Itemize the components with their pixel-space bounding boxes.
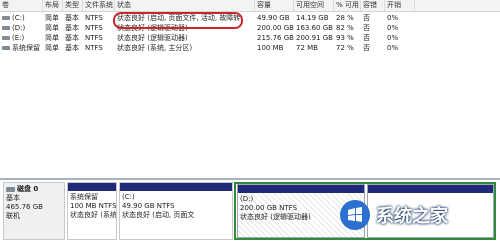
capacity-cell: 215.76 GB — [257, 34, 294, 42]
overhead-cell: 0% — [387, 14, 399, 22]
partition-block[interactable]: (C:) 49.90 GB NTFS 状态良好 (启动, 页面文 — [119, 182, 233, 240]
free-space-cell: 200.91 GB — [296, 34, 333, 42]
status-cell: 状态良好 (逻辑驱动器) — [117, 34, 188, 42]
fault-tolerance-cell: 否 — [363, 44, 370, 52]
percent-free-cell: 82 % — [336, 24, 354, 32]
volume-name-cell: 系统保留 — [0, 43, 43, 53]
overhead-cell: 0% — [387, 34, 399, 42]
layout-cell: 简单 — [45, 24, 59, 32]
filesystem-cell: NTFS — [85, 34, 103, 42]
partition-size: 49.90 GB NTFS — [122, 202, 175, 210]
column-header-status[interactable]: 状态 — [115, 0, 255, 11]
partition-size: 100 MB NTFS — [70, 202, 116, 210]
filesystem-cell: NTFS — [85, 24, 103, 32]
drive-icon — [2, 46, 10, 50]
disk-state: 联机 — [6, 212, 20, 220]
overhead-cell: 0% — [387, 24, 399, 32]
volume-name-cell: (C:) — [0, 13, 43, 23]
watermark: 系统之家 — [340, 196, 495, 236]
disk-size: 465.76 GB — [6, 203, 43, 211]
layout-cell: 简单 — [45, 34, 59, 42]
column-header-layout[interactable]: 布局 — [43, 0, 63, 11]
free-space-cell: 163.60 GB — [296, 24, 333, 32]
table-row[interactable]: 系统保留 简单 基本 NTFS 状态良好 (系统, 主分区) 100 MB 72… — [0, 43, 500, 53]
partition-status: 状态良好 (启动, 页面文 — [122, 211, 195, 219]
column-header-type[interactable]: 类型 — [63, 0, 83, 11]
column-header-volume[interactable]: 卷 — [0, 0, 43, 11]
column-header-free-space[interactable]: 可用空间 — [294, 0, 334, 11]
layout-cell: 简单 — [45, 14, 59, 22]
percent-free-cell: 93 % — [336, 34, 354, 42]
volume-name-cell: (E:) — [0, 33, 43, 43]
fault-tolerance-cell: 否 — [363, 24, 370, 32]
free-space-cell: 72 MB — [296, 44, 318, 52]
filesystem-cell: NTFS — [85, 44, 103, 52]
disk-icon — [6, 186, 15, 192]
watermark-text: 系统之家 — [376, 206, 448, 227]
disk-type: 基本 — [6, 194, 20, 202]
table-row[interactable]: (C:) 简单 基本 NTFS 状态良好 (启动, 页面文件, 活动, 故障转储… — [0, 13, 500, 23]
capacity-cell: 100 MB — [257, 44, 284, 52]
layout-cell: 简单 — [45, 44, 59, 52]
fault-tolerance-cell: 否 — [363, 14, 370, 22]
type-cell: 基本 — [65, 14, 79, 22]
column-header-overhead[interactable]: 开销 — [385, 0, 415, 11]
highlight-annotation — [113, 12, 243, 29]
percent-free-cell: 72 % — [336, 44, 354, 52]
percent-free-cell: 28 % — [336, 14, 354, 22]
partition-bar — [368, 185, 493, 193]
partition-name: (C:) — [122, 193, 135, 201]
partition-bar — [120, 183, 232, 191]
type-cell: 基本 — [65, 44, 79, 52]
free-space-cell: 14.19 GB — [296, 14, 329, 22]
disk-title: 磁盘 0 — [17, 185, 39, 193]
capacity-cell: 49.90 GB — [257, 14, 290, 22]
column-header-capacity[interactable]: 容量 — [255, 0, 294, 11]
type-cell: 基本 — [65, 24, 79, 32]
partition-name: 系统保留 — [70, 193, 98, 201]
column-header-filesystem[interactable]: 文件系统 — [83, 0, 115, 11]
drive-icon — [2, 16, 10, 20]
watermark-logo-icon — [340, 200, 370, 230]
partition-bar — [238, 185, 364, 193]
partition-block[interactable]: 系统保留 100 MB NTFS 状态良好 (系统, — [67, 182, 117, 240]
drive-icon — [2, 36, 10, 40]
capacity-cell: 200.00 GB — [257, 24, 294, 32]
fault-tolerance-cell: 否 — [363, 34, 370, 42]
partition-bar — [68, 183, 116, 191]
volume-name-cell: (D:) — [0, 23, 43, 33]
volume-list: 卷 布局 类型 文件系统 状态 容量 可用空间 % 可用 容错 开销 (C:) … — [0, 0, 500, 178]
table-row[interactable]: (D:) 简单 基本 NTFS 状态良好 (逻辑驱动器) 200.00 GB 1… — [0, 23, 500, 33]
column-header-row: 卷 布局 类型 文件系统 状态 容量 可用空间 % 可用 容错 开销 — [0, 0, 500, 12]
type-cell: 基本 — [65, 34, 79, 42]
column-header-percent-free[interactable]: % 可用 — [334, 0, 361, 11]
column-header-fault-tolerance[interactable]: 容错 — [361, 0, 385, 11]
status-cell: 状态良好 (系统, 主分区) — [117, 44, 193, 52]
disk-info-panel[interactable]: 磁盘 0 基本 465.76 GB 联机 — [3, 182, 65, 240]
overhead-cell: 0% — [387, 44, 399, 52]
filesystem-cell: NTFS — [85, 14, 103, 22]
partition-status: 状态良好 (系统, — [70, 211, 116, 219]
table-row[interactable]: (E:) 简单 基本 NTFS 状态良好 (逻辑驱动器) 215.76 GB 2… — [0, 33, 500, 43]
drive-icon — [2, 26, 10, 30]
